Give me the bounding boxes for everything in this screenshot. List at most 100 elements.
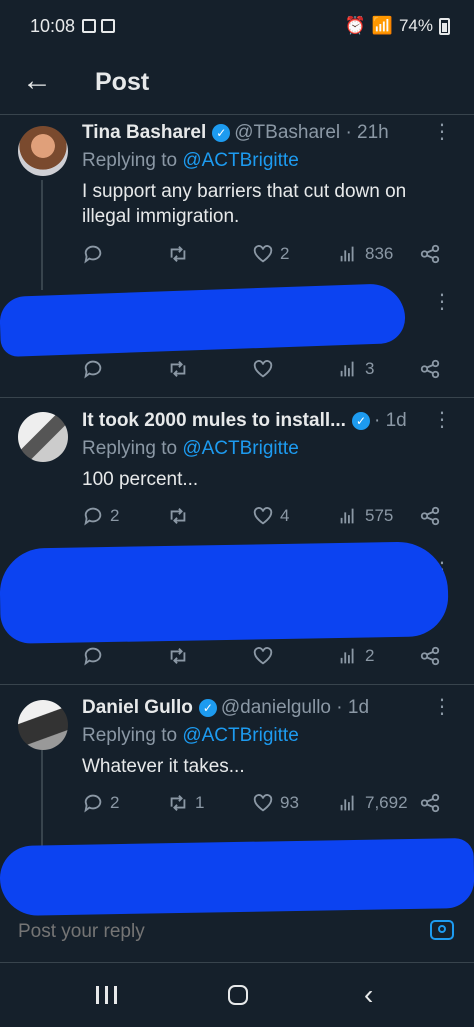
replying-label: Replying to <box>82 438 183 459</box>
reply-button[interactable] <box>82 358 110 380</box>
like-count: 93 <box>280 793 299 812</box>
recents-icon[interactable] <box>96 986 117 1004</box>
repost-count: 1 <box>195 793 205 812</box>
author-name[interactable]: Tina Basharel <box>82 122 206 143</box>
share-icon <box>420 646 440 666</box>
repost-button[interactable]: 1 <box>167 792 204 814</box>
share-icon <box>420 506 440 526</box>
reply-composer <box>0 912 474 962</box>
views-chart-icon <box>340 246 354 262</box>
reply-button[interactable]: 2 <box>82 505 119 527</box>
views-button[interactable]: 3 <box>337 358 374 380</box>
status-right: ⏰ 📶 74% <box>345 16 450 36</box>
share-button[interactable] <box>419 505 441 527</box>
avatar[interactable] <box>18 700 68 750</box>
replying-to-link[interactable]: @ACTBrigitte <box>182 150 298 171</box>
more-options-icon[interactable]: ⋮ <box>432 292 452 312</box>
reply-icon <box>84 245 102 264</box>
repost-icon <box>170 508 186 524</box>
avatar[interactable] <box>18 126 68 176</box>
like-button[interactable]: 93 <box>252 792 299 814</box>
view-count: 836 <box>365 244 394 263</box>
avatar[interactable] <box>18 412 68 462</box>
camera-icon[interactable] <box>430 920 454 940</box>
post-actions: 3 <box>82 358 452 386</box>
reply-button[interactable] <box>82 243 110 265</box>
heart-icon <box>253 794 273 812</box>
post-time: · 1d <box>373 410 407 431</box>
more-options-icon[interactable]: ⋮ <box>432 410 452 430</box>
system-back-icon[interactable]: ‹ <box>364 979 373 1011</box>
verified-badge-icon: ✓ <box>351 412 370 430</box>
share-icon <box>420 244 440 264</box>
status-time: 10:08 <box>30 16 76 36</box>
share-button[interactable] <box>419 792 441 814</box>
reply-icon <box>84 360 102 379</box>
battery-icon <box>439 17 450 35</box>
post-actions: 2 836 <box>82 243 452 271</box>
reply-button[interactable] <box>82 645 110 667</box>
like-button[interactable]: 2 <box>252 243 289 265</box>
gallery-notification-icon <box>82 19 96 33</box>
replying-label: Replying to <box>82 150 183 171</box>
author-name[interactable]: It took 2000 mules to install... <box>82 410 346 431</box>
heart-icon <box>253 245 273 263</box>
heart-icon <box>253 360 273 378</box>
page-title: Post <box>95 68 150 96</box>
like-button[interactable] <box>252 645 280 667</box>
views-button[interactable]: 575 <box>337 505 393 527</box>
reply-icon <box>84 507 102 526</box>
share-button[interactable] <box>419 243 441 265</box>
repost-button[interactable] <box>167 358 195 380</box>
redaction-scribble <box>0 541 449 644</box>
heart-icon <box>253 647 273 665</box>
divider <box>0 114 474 115</box>
replying-to-link[interactable]: @ACTBrigitte <box>182 725 298 746</box>
repost-icon <box>170 246 186 262</box>
repost-button[interactable] <box>167 645 195 667</box>
heart-icon <box>253 507 273 525</box>
post-text: I support any barriers that cut down on … <box>82 181 407 227</box>
share-icon <box>420 359 440 379</box>
reply-count: 2 <box>110 793 120 812</box>
post-actions: 2 4 575 <box>82 505 452 533</box>
views-chart-icon <box>340 648 354 664</box>
thread-line <box>41 750 43 850</box>
view-count: 7,692 <box>365 793 408 812</box>
redaction-scribble <box>0 837 474 917</box>
post-actions: 2 <box>82 645 452 673</box>
replying-to-link[interactable]: @ACTBrigitte <box>182 438 298 459</box>
author-handle[interactable]: @TBasharel <box>234 122 340 143</box>
reply-input[interactable] <box>16 920 400 944</box>
share-button[interactable] <box>419 358 441 380</box>
reply-button[interactable]: 2 <box>82 792 119 814</box>
views-button[interactable]: 7,692 <box>337 792 408 814</box>
verified-badge-icon: ✓ <box>212 124 231 142</box>
reply-count: 2 <box>110 506 120 525</box>
system-nav-bar: ‹ <box>0 962 474 1027</box>
views-button[interactable]: 2 <box>337 645 374 667</box>
more-options-icon[interactable]: ⋮ <box>432 122 452 142</box>
top-app-bar: ← Post <box>0 52 474 114</box>
home-icon[interactable] <box>228 985 248 1005</box>
author-name[interactable]: Daniel Gullo <box>82 697 193 718</box>
like-button[interactable] <box>252 358 280 380</box>
wifi-icon: 📶 <box>371 16 393 35</box>
back-arrow-icon[interactable]: ← <box>22 64 52 98</box>
reply-icon <box>84 794 102 813</box>
post-text: 100 percent... <box>82 469 199 490</box>
more-options-icon[interactable]: ⋮ <box>432 697 452 717</box>
views-button[interactable]: 836 <box>337 243 393 265</box>
repost-button[interactable] <box>167 243 195 265</box>
author-handle[interactable]: @danielgullo <box>221 697 331 718</box>
post-time: · 21h <box>345 122 389 143</box>
like-count: 2 <box>280 244 290 263</box>
like-button[interactable]: 4 <box>252 505 289 527</box>
repost-button[interactable] <box>167 505 195 527</box>
battery-level: 74% <box>398 16 433 35</box>
divider <box>0 684 474 685</box>
share-icon <box>420 793 440 813</box>
views-chart-icon <box>340 508 354 524</box>
share-button[interactable] <box>419 645 441 667</box>
replying-label: Replying to <box>82 725 183 746</box>
